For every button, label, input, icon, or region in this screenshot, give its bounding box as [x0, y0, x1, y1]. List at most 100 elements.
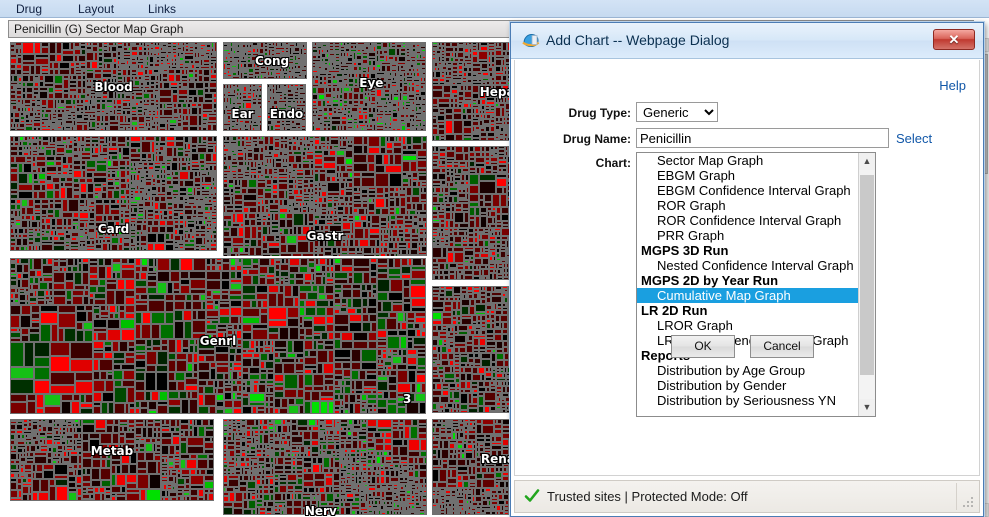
treemap-tile[interactable] [111, 244, 118, 251]
treemap-tile[interactable] [336, 156, 345, 165]
treemap-tile[interactable] [366, 128, 373, 131]
treemap-tile[interactable] [111, 237, 119, 244]
treemap-tile[interactable] [106, 283, 117, 290]
treemap-tile[interactable] [141, 258, 148, 266]
treemap-tile[interactable] [363, 247, 372, 254]
treemap-tile[interactable] [323, 162, 336, 169]
treemap-tile[interactable] [368, 136, 380, 147]
treemap-tile[interactable] [73, 394, 80, 401]
treemap-tile[interactable] [147, 233, 157, 243]
treemap-tile[interactable] [232, 237, 244, 244]
treemap-tile[interactable] [182, 126, 189, 131]
treemap-tile[interactable] [34, 42, 41, 54]
treemap-tile[interactable] [76, 124, 83, 131]
treemap-tile[interactable] [432, 90, 443, 98]
treemap-tile[interactable] [411, 242, 418, 249]
treemap-tile[interactable] [50, 342, 70, 356]
treemap-tile[interactable] [464, 275, 473, 280]
treemap-tile[interactable] [411, 196, 420, 203]
treemap-tile[interactable] [105, 380, 114, 392]
treemap-tile[interactable] [368, 147, 380, 154]
treemap-tile[interactable] [80, 408, 93, 414]
treemap-tile[interactable] [454, 236, 462, 243]
treemap-tile[interactable] [21, 305, 31, 315]
treemap-tile[interactable] [16, 128, 25, 131]
treemap-tile[interactable] [394, 154, 402, 165]
treemap-tile[interactable] [107, 221, 115, 231]
treemap-tile[interactable] [89, 266, 98, 274]
treemap-tile[interactable] [469, 174, 479, 185]
treemap-tile[interactable] [58, 305, 76, 313]
treemap-tile[interactable] [122, 147, 130, 156]
treemap-tile[interactable] [501, 207, 509, 214]
treemap-tile[interactable] [112, 263, 121, 272]
treemap-tile[interactable] [45, 149, 52, 156]
treemap-tile[interactable] [317, 87, 325, 94]
treemap-tile[interactable] [453, 120, 463, 134]
treemap-tile[interactable] [24, 342, 34, 367]
treemap-tile[interactable] [33, 184, 41, 191]
treemap-tile[interactable] [96, 164, 107, 172]
treemap-tile[interactable] [417, 150, 427, 157]
treemap-tile[interactable] [287, 244, 297, 253]
menu-item-links[interactable]: Links [142, 1, 182, 17]
treemap-tile[interactable] [165, 244, 174, 251]
treemap-tile[interactable] [464, 91, 472, 98]
treemap-tile[interactable] [109, 125, 119, 131]
treemap-tile[interactable] [68, 199, 79, 212]
treemap-tile[interactable] [301, 128, 306, 131]
treemap-tile[interactable] [274, 128, 281, 131]
treemap-tile[interactable] [375, 165, 385, 173]
treemap-tile[interactable] [51, 324, 58, 342]
treemap-tile[interactable] [163, 82, 170, 89]
treemap-sector-gastr[interactable] [221, 134, 429, 275]
menu-item-drug[interactable]: Drug [10, 1, 48, 17]
treemap-tile[interactable] [21, 328, 29, 335]
treemap-tile[interactable] [393, 147, 402, 154]
treemap-tile[interactable] [18, 173, 28, 184]
treemap-tile[interactable] [95, 215, 103, 222]
treemap-tile[interactable] [99, 359, 113, 371]
treemap-tile[interactable] [455, 153, 464, 161]
treemap-tile[interactable] [416, 203, 423, 211]
treemap-tile[interactable] [469, 194, 479, 202]
treemap-tile[interactable] [278, 190, 285, 199]
treemap-tile[interactable] [29, 270, 36, 277]
treemap-tile[interactable] [140, 272, 147, 280]
treemap-tile[interactable] [288, 155, 295, 163]
treemap-tile[interactable] [113, 352, 125, 359]
treemap-tile[interactable] [22, 75, 29, 82]
treemap-tile[interactable] [86, 72, 94, 79]
treemap-tile[interactable] [83, 322, 93, 330]
treemap-tile[interactable] [27, 401, 36, 414]
treemap-tile[interactable] [36, 408, 44, 414]
treemap-tile[interactable] [18, 184, 33, 191]
treemap-tile[interactable] [212, 124, 217, 131]
treemap-tile[interactable] [335, 240, 342, 247]
treemap-tile[interactable] [41, 244, 53, 251]
treemap-tile[interactable] [279, 219, 286, 228]
treemap-tile[interactable] [50, 372, 75, 385]
treemap-tile[interactable] [375, 154, 383, 165]
treemap-tile[interactable] [236, 213, 244, 223]
treemap-tile[interactable] [297, 241, 309, 253]
treemap-tile[interactable] [72, 296, 83, 305]
treemap-tile[interactable] [41, 128, 51, 131]
treemap-tile[interactable] [166, 147, 173, 157]
treemap-tile[interactable] [184, 247, 195, 251]
treemap-tile[interactable] [496, 187, 503, 194]
treemap-tile[interactable] [36, 394, 44, 408]
treemap-tile[interactable] [106, 290, 115, 305]
treemap-tile[interactable] [492, 194, 500, 207]
treemap-tile[interactable] [54, 92, 63, 99]
treemap-tile[interactable] [89, 286, 97, 293]
treemap-tile[interactable] [40, 324, 51, 342]
treemap-tile[interactable] [388, 48, 396, 56]
treemap-tile[interactable] [123, 370, 135, 380]
treemap-tile[interactable] [107, 319, 120, 329]
treemap-sector-genrl[interactable] [8, 256, 428, 416]
treemap-tile[interactable] [40, 305, 58, 312]
treemap-tile[interactable] [39, 91, 48, 99]
treemap-tile[interactable] [115, 290, 125, 305]
treemap-tile[interactable] [179, 171, 189, 180]
